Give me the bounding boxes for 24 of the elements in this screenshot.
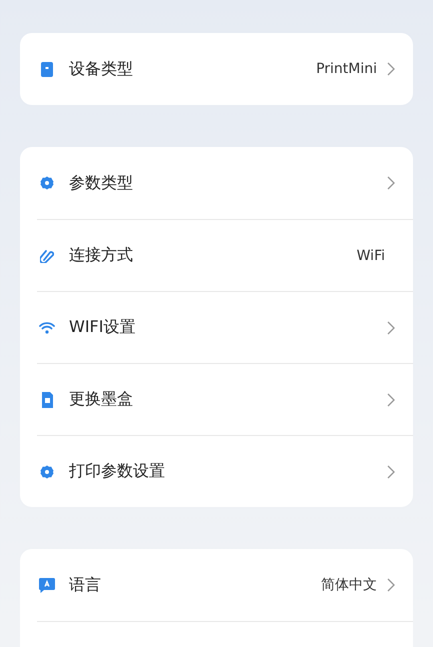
link-icon <box>40 248 54 262</box>
settings-row[interactable]: 打印参数设置 <box>37 435 413 507</box>
settings-row[interactable]: 设备类型 PrintMini <box>37 33 413 105</box>
row-label: 语言 <box>69 574 102 596</box>
settings-row[interactable]: 语言 简体中文 <box>37 549 413 621</box>
row-value: 简体中文 <box>321 576 377 594</box>
settings-row[interactable]: 连接方式 WiFi <box>37 219 413 291</box>
row-label: 连接方式 <box>69 245 134 266</box>
gear-icon <box>40 176 54 190</box>
settings-row[interactable]: WIFI设置 <box>37 291 413 363</box>
cartridge-icon <box>41 392 53 408</box>
gear-icon <box>40 464 54 478</box>
wifi-icon <box>39 322 55 334</box>
settings-row[interactable]: 参数类型 <box>37 147 413 219</box>
settings-row[interactable]: 更换墨盒 <box>37 363 413 435</box>
row-label: 设备类型 <box>69 58 134 80</box>
device-icon <box>41 62 53 76</box>
row-label: 参数类型 <box>69 172 134 194</box>
language-icon <box>39 578 55 592</box>
row-label: WIFI设置 <box>69 317 136 338</box>
row-value: PrintMini <box>316 61 377 77</box>
row-label: 更换墨盒 <box>69 389 134 410</box>
row-value: WiFi <box>356 248 385 264</box>
row-label: 打印参数设置 <box>69 461 166 482</box>
